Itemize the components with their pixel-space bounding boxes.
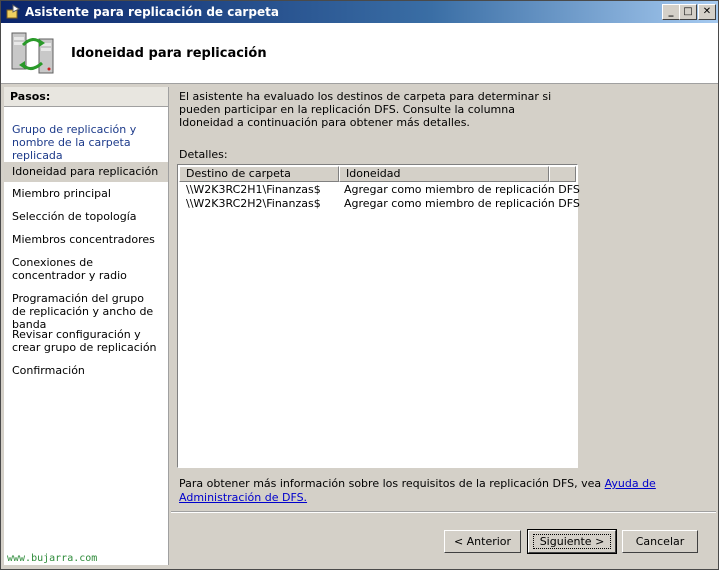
step-replication-eligibility: Idoneidad para replicación <box>4 162 168 182</box>
step-replication-group[interactable]: Grupo de replicación y nombre de la carp… <box>4 123 168 162</box>
watermark-text: www.bujarra.com <box>7 553 98 564</box>
help-info-text: Para obtener más información sobre los r… <box>179 477 689 505</box>
minimize-button[interactable]: _ <box>662 4 680 20</box>
wizard-app-icon <box>6 4 20 19</box>
eligibility-cell: Agregar como miembro de replicación DFS <box>344 197 580 210</box>
eligibility-cell: Agregar como miembro de replicación DFS <box>344 183 580 196</box>
title-bar[interactable]: Asistente para replicación de carpeta _ … <box>1 1 718 23</box>
column-header-filler <box>549 166 576 182</box>
button-separator <box>171 511 716 513</box>
details-label: Detalles: <box>179 148 228 161</box>
step-topology-selection: Selección de topología <box>12 210 137 223</box>
window-title: Asistente para replicación de carpeta <box>25 5 279 19</box>
details-list[interactable]: Destino de carpeta Idoneidad \\W2K3RC2H1… <box>177 164 580 468</box>
wizard-window: Asistente para replicación de carpeta _ … <box>0 0 719 570</box>
steps-pane: Pasos: Grupo de replicación y nombre de … <box>4 87 169 565</box>
column-header-eligibility[interactable]: Idoneidad <box>339 166 549 182</box>
page-title: Idoneidad para replicación <box>71 46 267 61</box>
help-info-label: Para obtener más información sobre los r… <box>179 477 605 490</box>
steps-heading: Pasos: <box>4 87 168 107</box>
step-schedule-bandwidth: Programación del grupo de replicación y … <box>12 292 154 331</box>
description-text: El asistente ha evaluado los destinos de… <box>179 90 552 129</box>
step-primary-member: Miembro principal <box>12 187 111 200</box>
step-hub-members: Miembros concentradores <box>12 233 155 246</box>
folder-target-cell: \\W2K3RC2H2\Finanzas$ <box>186 197 321 210</box>
step-hub-spoke-connections: Conexiones de concentrador y radio <box>12 256 127 282</box>
cancel-button[interactable]: Cancelar <box>622 530 698 553</box>
column-header-folder-target[interactable]: Destino de carpeta <box>179 166 339 182</box>
step-review-settings: Revisar configuración y crear grupo de r… <box>12 328 157 354</box>
folder-target-cell: \\W2K3RC2H1\Finanzas$ <box>186 183 321 196</box>
maximize-button[interactable]: □ <box>679 4 697 20</box>
replication-servers-icon <box>11 32 54 74</box>
wizard-header: Idoneidad para replicación <box>1 23 718 84</box>
next-button-label: Siguiente > <box>532 534 612 549</box>
next-button[interactable]: Siguiente > <box>527 529 617 554</box>
back-button[interactable]: < Anterior <box>444 530 521 553</box>
close-button[interactable]: ✕ <box>698 4 716 20</box>
step-confirmation: Confirmación <box>12 364 85 377</box>
